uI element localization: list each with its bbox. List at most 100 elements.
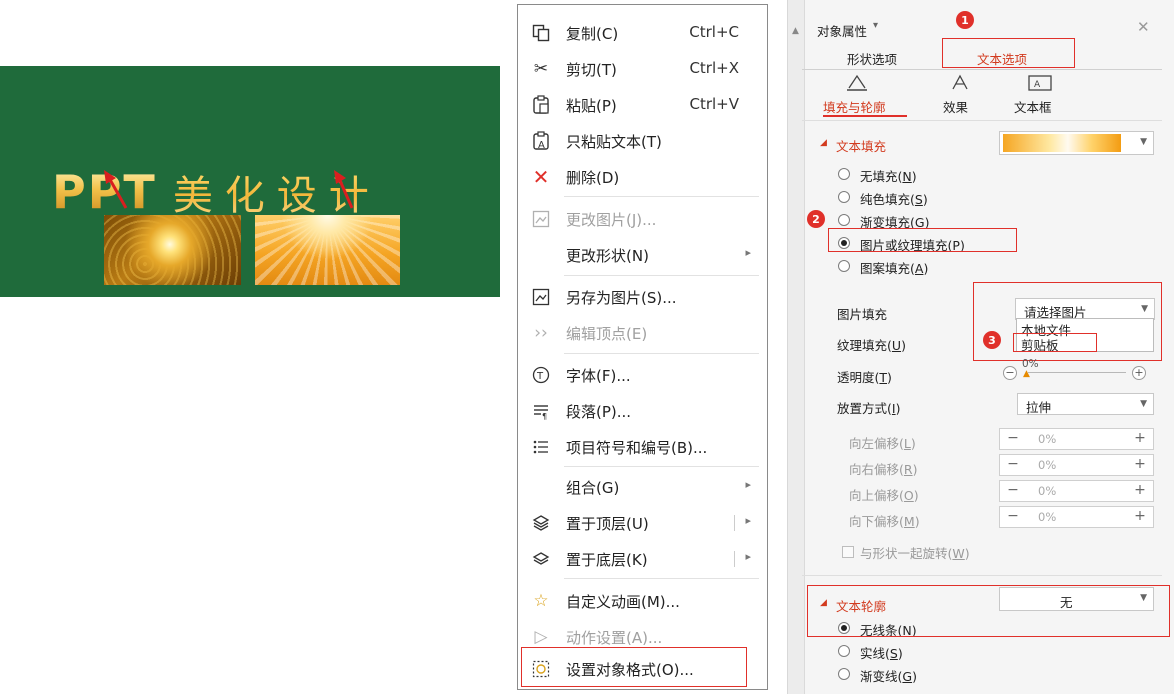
arrow-left-icon: [104, 170, 128, 209]
svg-text:¶: ¶: [542, 412, 547, 420]
menu-item-save-as-picture[interactable]: 另存为图片(S)...: [518, 279, 767, 315]
increment-button[interactable]: +: [1129, 456, 1151, 472]
rotate-with-shape-checkbox[interactable]: [842, 546, 854, 558]
increment-button[interactable]: +: [1129, 430, 1151, 446]
radio-pattern-fill[interactable]: [838, 260, 850, 272]
menu-item-paste-text[interactable]: A 只粘贴文本(T): [518, 123, 767, 159]
offset-up-label: 向上偏移(O): [849, 488, 919, 503]
menu-item-label: 复制(C): [566, 25, 619, 43]
radio-solid-fill[interactable]: [838, 191, 850, 203]
menu-item-label: 动作设置(A)...: [566, 629, 663, 647]
menu-separator: [564, 466, 759, 467]
copy-icon: [530, 23, 552, 43]
highlight-text-outline: [807, 585, 1170, 637]
submenu-arrow-icon[interactable]: ▸: [745, 550, 751, 563]
dropdown-arrow-icon: ▼: [1140, 137, 1147, 147]
menu-item-delete[interactable]: ✕ 删除(D): [518, 159, 767, 195]
subtab-active-underline: [823, 115, 907, 117]
radio-gradient-fill[interactable]: [838, 214, 850, 226]
bullets-icon: [530, 437, 552, 457]
menu-item-send-to-back[interactable]: 置于底层(K) ▸: [518, 541, 767, 577]
fill-preview-swatch: [1003, 134, 1121, 152]
menu-item-copy[interactable]: 复制(C) Ctrl+C: [518, 15, 767, 51]
save-picture-icon: [530, 287, 552, 307]
menu-item-label: 字体(F)...: [566, 367, 631, 385]
scissors-icon: ✂: [533, 59, 549, 79]
transparency-slider-track[interactable]: [1028, 372, 1126, 373]
menu-item-label: 另存为图片(S)...: [566, 289, 677, 307]
radio-pattern-fill-label: 图案填充(A): [860, 261, 929, 276]
menu-item-label: 只粘贴文本(T): [566, 133, 662, 151]
offset-up-value: 0%: [1038, 484, 1057, 498]
rotate-with-shape-label: 与形状一起旋转(W): [860, 546, 970, 561]
submenu-arrow-icon[interactable]: ▸: [745, 514, 751, 527]
close-icon[interactable]: ✕: [1137, 18, 1150, 36]
offset-right-spinner[interactable]: − 0% +: [999, 454, 1154, 476]
svg-text:T: T: [536, 371, 544, 382]
placement-select[interactable]: 拉伸 ▼: [1017, 393, 1154, 415]
increment-button[interactable]: +: [1129, 508, 1151, 524]
panel-collapse-bar[interactable]: ▲: [788, 0, 805, 694]
subtab-fill-outline[interactable]: 填充与轮廓: [823, 97, 886, 116]
menu-item-bring-to-front[interactable]: 置于顶层(U) ▸: [518, 505, 767, 541]
menu-item-change-shape[interactable]: 更改形状(N) ▸: [518, 237, 767, 273]
placement-value: 拉伸: [1026, 400, 1052, 415]
menu-separator: [564, 353, 759, 354]
tab-shape-options[interactable]: 形状选项: [847, 49, 897, 68]
menu-item-group[interactable]: 组合(G) ▸: [518, 469, 767, 505]
menu-item-edit-points[interactable]: ›› 编辑顶点(E): [518, 315, 767, 351]
bring-front-icon: [530, 513, 552, 533]
decrement-button[interactable]: −: [1002, 456, 1024, 472]
subtab-textbox[interactable]: 文本框: [1014, 97, 1052, 116]
gold-texture-image-2: [255, 215, 400, 285]
radio-no-fill[interactable]: [838, 168, 850, 180]
gold-texture-image-1: [104, 215, 241, 285]
subtabs-divider: [802, 120, 1162, 121]
radio-gradient-line[interactable]: [838, 668, 850, 680]
decrement-button[interactable]: −: [1002, 430, 1024, 446]
menu-item-change-picture[interactable]: 更改图片(J)...: [518, 201, 767, 237]
increment-button[interactable]: +: [1129, 482, 1151, 498]
menu-item-font[interactable]: T 字体(F)...: [518, 357, 767, 393]
offset-down-spinner[interactable]: − 0% +: [999, 506, 1154, 528]
menu-item-paste[interactable]: 粘贴(P) Ctrl+V: [518, 87, 767, 123]
decrement-button[interactable]: −: [1002, 508, 1024, 524]
menu-separator: [564, 275, 759, 276]
step-badge-2: 2: [807, 210, 825, 228]
radio-gradient-line-label: 渐变线(G): [860, 669, 917, 684]
radio-solid-fill-label: 纯色填充(S): [860, 192, 928, 207]
menu-item-label: 组合(G): [566, 479, 620, 497]
effect-tab-icon: [949, 74, 971, 96]
textbox-tab-icon: A: [1028, 75, 1052, 95]
transparency-decrease-button[interactable]: −: [1003, 366, 1017, 380]
collapse-up-icon[interactable]: ▲: [792, 26, 799, 36]
menu-separator: [564, 578, 759, 579]
step-badge-1: 1: [956, 11, 974, 29]
menu-item-label: 置于顶层(U): [566, 515, 649, 533]
offset-left-spinner[interactable]: − 0% +: [999, 428, 1154, 450]
section-expanded-icon[interactable]: ◢: [820, 138, 827, 148]
menu-item-custom-animation[interactable]: ☆ 自定义动画(M)...: [518, 583, 767, 619]
action-icon: ▷: [534, 627, 548, 647]
offset-up-spinner[interactable]: − 0% +: [999, 480, 1154, 502]
menu-item-cut[interactable]: ✂ 剪切(T) Ctrl+X: [518, 51, 767, 87]
transparency-label: 透明度(T): [837, 370, 892, 385]
text-fill-header[interactable]: 文本填充: [836, 136, 886, 155]
slide-canvas[interactable]: PPT 美化设计: [0, 66, 500, 297]
title-dropdown-icon[interactable]: ▾: [873, 20, 878, 31]
highlight-picture-fill-option: [828, 228, 1017, 252]
radio-solid-line[interactable]: [838, 645, 850, 657]
context-menu: 复制(C) Ctrl+C ✂ 剪切(T) Ctrl+X 粘贴(P) Ctrl+V…: [517, 4, 768, 690]
offset-right-value: 0%: [1038, 458, 1057, 472]
decrement-button[interactable]: −: [1002, 482, 1024, 498]
menu-item-label: 粘贴(P): [566, 97, 617, 115]
menu-item-bullets[interactable]: 项目符号和编号(B)...: [518, 429, 767, 465]
transparency-slider-thumb[interactable]: ▲: [1023, 369, 1030, 379]
subtab-effect[interactable]: 效果: [943, 97, 968, 116]
texture-fill-label: 纹理填充(U): [837, 338, 906, 353]
section-divider: [802, 575, 1162, 576]
transparency-increase-button[interactable]: +: [1132, 366, 1146, 380]
paste-icon: [530, 95, 552, 115]
menu-item-label: 段落(P)...: [566, 403, 632, 421]
menu-item-paragraph[interactable]: ¶ 段落(P)...: [518, 393, 767, 429]
